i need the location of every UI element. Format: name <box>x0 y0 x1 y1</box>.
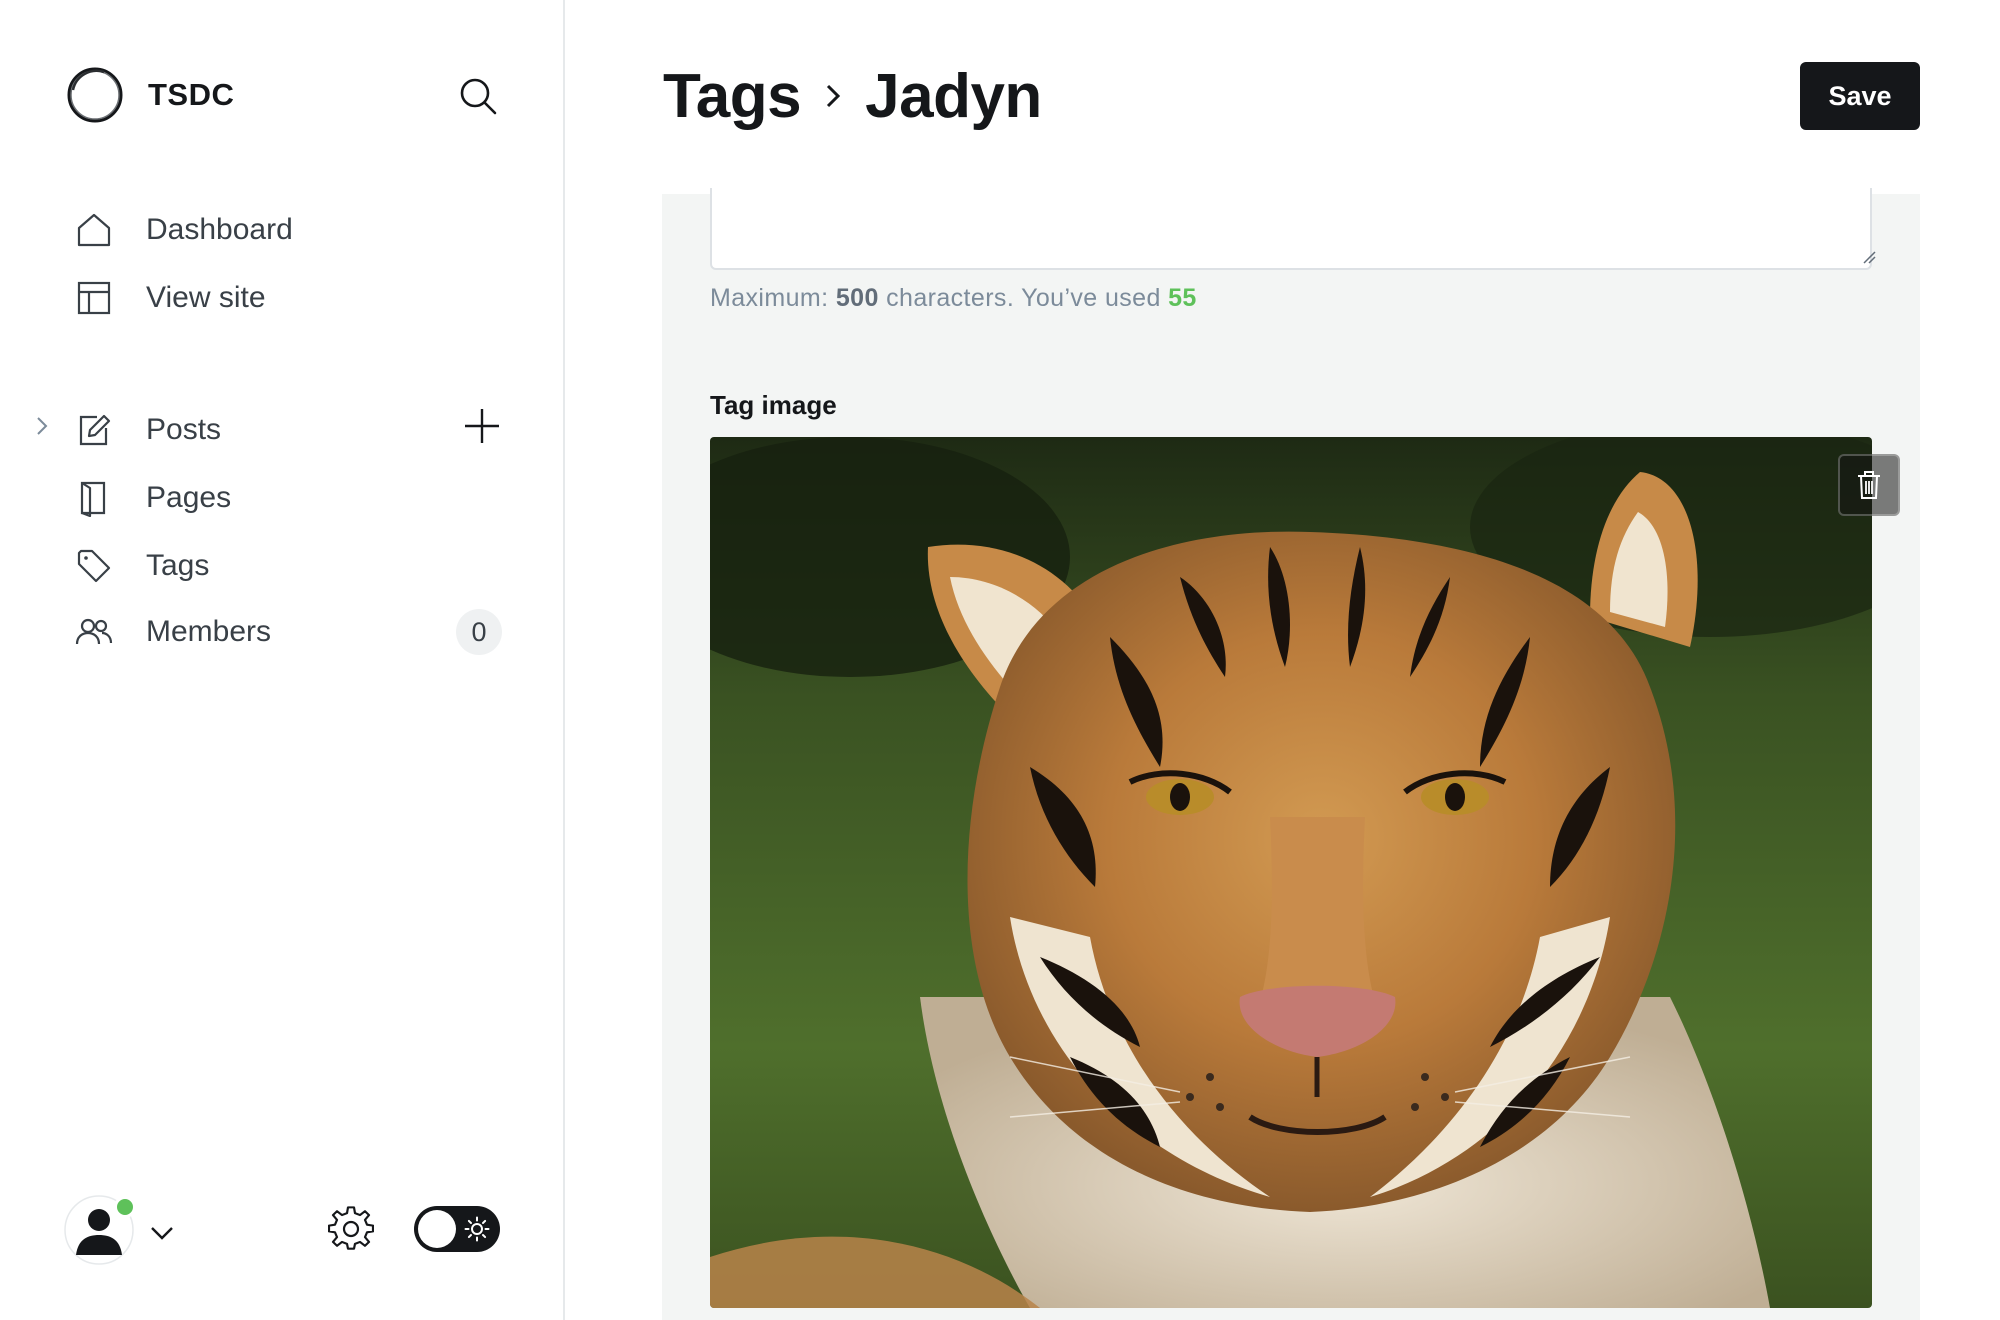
sidebar-item-label: Pages <box>146 481 232 514</box>
brand-name: TSDC <box>148 77 235 112</box>
sidebar: TSDC Dashboard View site Posts Pages Tag… <box>0 0 565 1320</box>
sidebar-item-label: Posts <box>146 413 222 446</box>
chevron-right-icon[interactable] <box>30 414 54 438</box>
breadcrumb-parent-link[interactable]: Tags <box>663 61 802 132</box>
sidebar-item-label: Members <box>146 615 272 648</box>
page-title: Jadyn <box>865 61 1042 131</box>
sidebar-item-tags[interactable]: Tags <box>74 538 514 594</box>
hint-middle: characters. You’ve used <box>878 284 1169 312</box>
tag-icon <box>74 546 114 586</box>
plus-icon[interactable] <box>460 404 504 448</box>
home-icon <box>74 210 114 250</box>
trash-icon <box>1858 471 1880 499</box>
sidebar-item-label: Dashboard <box>146 213 293 246</box>
online-status-dot <box>114 1196 136 1218</box>
dark-mode-toggle[interactable] <box>414 1206 500 1252</box>
chevron-right-icon <box>827 84 841 108</box>
hint-prefix: Maximum: <box>710 284 836 312</box>
breadcrumb: Tags Jadyn <box>663 58 1042 134</box>
layout-icon <box>74 278 114 318</box>
edit-icon <box>74 410 114 450</box>
resize-handle-icon[interactable] <box>1862 250 1876 264</box>
hint-used-count: 55 <box>1168 284 1197 312</box>
brand[interactable]: TSDC <box>64 64 234 126</box>
sidebar-item-label: View site <box>146 281 266 314</box>
sidebar-item-pages[interactable]: Pages <box>74 470 514 526</box>
sidebar-item-view-site[interactable]: View site <box>74 270 514 326</box>
save-button[interactable]: Save <box>1800 62 1920 130</box>
delete-image-button[interactable] <box>1838 454 1900 516</box>
tag-image <box>710 437 1872 1308</box>
members-count-badge: 0 <box>456 609 502 655</box>
toggle-knob <box>418 1210 456 1248</box>
description-textarea[interactable] <box>710 188 1872 270</box>
gear-icon[interactable] <box>328 1206 374 1252</box>
page-icon <box>74 478 114 518</box>
chevron-down-icon[interactable] <box>148 1220 176 1244</box>
sun-icon <box>464 1216 490 1242</box>
tag-settings-panel: Maximum: 500 characters. You’ve used 55 … <box>662 188 1920 1320</box>
sidebar-item-posts[interactable]: Posts <box>74 402 444 458</box>
tag-image-label: Tag image <box>710 390 837 420</box>
search-icon[interactable] <box>456 74 500 118</box>
brand-logo-icon <box>67 67 123 123</box>
members-icon <box>74 612 114 652</box>
character-count-hint: Maximum: 500 characters. You’ve used 55 <box>710 284 1197 313</box>
hint-max: 500 <box>835 284 879 312</box>
sidebar-item-members[interactable]: Members <box>74 604 444 660</box>
sidebar-item-label: Tags <box>146 549 210 582</box>
sidebar-item-dashboard[interactable]: Dashboard <box>74 202 514 258</box>
